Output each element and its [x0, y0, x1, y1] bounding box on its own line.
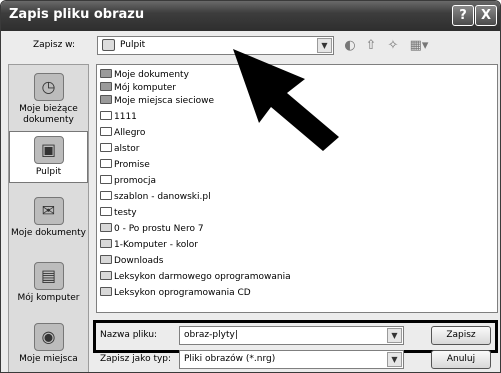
- cancel-button[interactable]: Anuluj: [431, 350, 491, 369]
- back-icon[interactable]: ◐: [342, 38, 358, 54]
- places-bar: ◷ Moje bieżące dokumenty ▣ Pulpit ✉ Moje…: [8, 64, 89, 372]
- place-my-documents[interactable]: ✉ Moje dokumenty: [9, 197, 88, 239]
- dialog-title: Zapis pliku obrazu: [9, 7, 145, 22]
- shortcut-icon: [100, 287, 112, 296]
- shortcut-icon: [100, 223, 112, 232]
- shortcut-icon: [100, 271, 112, 280]
- network-places-icon: [100, 95, 112, 104]
- list-item[interactable]: 0 - Po prostu Nero 7: [100, 223, 204, 235]
- list-item[interactable]: testy: [100, 207, 137, 219]
- folder-icon: [100, 143, 112, 152]
- place-recent[interactable]: ◷ Moje bieżące dokumenty: [9, 73, 88, 126]
- shortcut-icon: [100, 255, 112, 264]
- list-item[interactable]: szablon - danowski.pl: [100, 191, 211, 203]
- filetype-value: Pliki obrazów (*.nrg): [184, 354, 276, 364]
- list-item[interactable]: Mój komputer: [100, 82, 176, 94]
- close-button[interactable]: X: [475, 5, 497, 26]
- chevron-down-icon[interactable]: ▼: [387, 352, 402, 367]
- save-in-value: Pulpit: [120, 40, 146, 50]
- chevron-down-icon[interactable]: ▼: [317, 38, 332, 53]
- shortcut-icon: [100, 239, 112, 248]
- folder-icon: [100, 191, 112, 200]
- list-item[interactable]: promocja: [100, 175, 156, 187]
- folder-icon: [100, 127, 112, 136]
- list-item[interactable]: Moje dokumenty: [100, 69, 189, 81]
- my-documents-icon: ✉: [33, 197, 64, 225]
- save-in-combo[interactable]: Pulpit ▼: [97, 36, 334, 55]
- place-network[interactable]: ◉ Moje miejsca: [9, 323, 88, 365]
- network-places-icon: ◉: [33, 323, 64, 351]
- my-computer-icon: [100, 82, 112, 91]
- save-in-label: Zapisz w:: [33, 40, 76, 50]
- folder-icon: [100, 207, 112, 216]
- recent-documents-icon: ◷: [33, 73, 64, 101]
- place-label: Moje miejsca: [19, 354, 78, 364]
- place-label: Mój komputer: [17, 293, 80, 303]
- my-computer-icon: ▤: [33, 262, 64, 290]
- new-folder-icon[interactable]: ✧: [385, 38, 401, 54]
- list-item[interactable]: 1111: [100, 111, 137, 123]
- desktop-icon: ▣: [33, 136, 64, 164]
- list-item[interactable]: Moje miejsca sieciowe: [100, 95, 214, 107]
- title-bar[interactable]: Zapis pliku obrazu ? X: [1, 1, 500, 31]
- file-list[interactable]: Moje dokumenty Mój komputer Moje miejsca…: [96, 64, 498, 313]
- folder-icon: [100, 159, 112, 168]
- folder-icon: [100, 111, 112, 120]
- desktop-small-icon: [102, 39, 115, 51]
- filetype-label: Zapisz jako typ:: [100, 354, 172, 364]
- place-label: Moje bieżące dokumenty: [19, 104, 78, 125]
- filetype-select[interactable]: Pliki obrazów (*.nrg) ▼: [179, 350, 404, 369]
- up-folder-icon[interactable]: ⇧: [363, 38, 379, 54]
- list-item[interactable]: Downloads: [100, 255, 163, 267]
- list-item[interactable]: Allegro: [100, 127, 145, 139]
- list-item[interactable]: Leksykon darmowego oprogramowania: [100, 271, 291, 283]
- folder-icon: [100, 175, 112, 184]
- place-desktop[interactable]: ▣ Pulpit: [9, 131, 88, 183]
- list-item[interactable]: alstor: [100, 143, 139, 155]
- save-image-dialog: Zapis pliku obrazu ? X Zapisz w: Pulpit …: [0, 0, 501, 373]
- place-my-computer[interactable]: ▤ Mój komputer: [9, 262, 88, 304]
- help-button[interactable]: ?: [452, 5, 474, 26]
- list-item[interactable]: Promise: [100, 159, 150, 171]
- place-label: Moje dokumenty: [11, 228, 86, 238]
- place-label: Pulpit: [35, 167, 62, 177]
- highlight-box: [93, 320, 498, 353]
- list-item[interactable]: 1-Komputer - kolor: [100, 239, 198, 251]
- my-documents-icon: [100, 69, 112, 78]
- list-item[interactable]: Leksykon oprogramowania CD: [100, 287, 251, 299]
- view-menu-icon[interactable]: ▦▾: [407, 38, 431, 54]
